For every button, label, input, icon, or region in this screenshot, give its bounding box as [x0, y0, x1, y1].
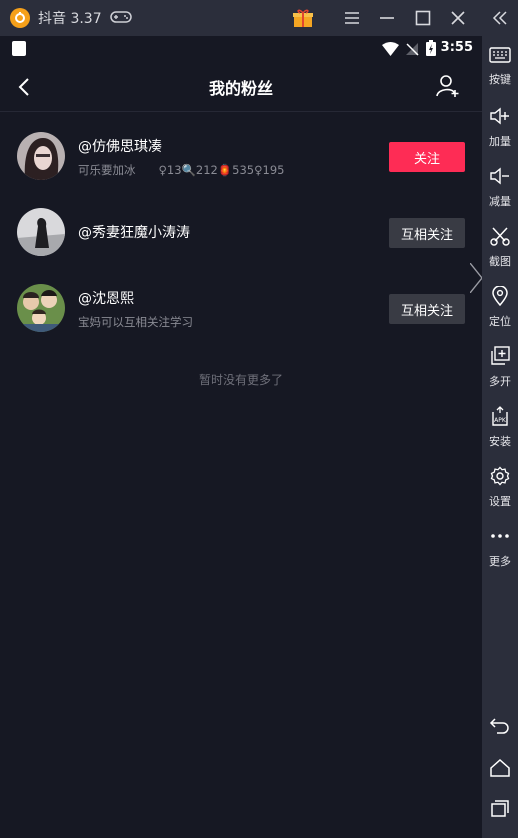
follower-bio: 可乐要加冰 ♀13🔍212🏮535♀195 [78, 163, 285, 177]
collapse-sidebar-button[interactable] [482, 2, 518, 29]
sidebar-label: 设置 [489, 495, 511, 508]
sidebar-label: 多开 [489, 375, 511, 388]
keyboard-icon [489, 46, 511, 68]
sidebar-label: 定位 [489, 315, 511, 328]
sidebar-label: 截图 [489, 255, 511, 268]
maximize-icon[interactable] [406, 0, 440, 36]
sidebar-item-more[interactable]: 更多 [482, 526, 518, 569]
avatar[interactable] [17, 284, 65, 332]
multi-open-icon [489, 346, 511, 370]
no-more-text: 暂时没有更多了 [198, 373, 283, 387]
double-chevron-left-icon[interactable] [492, 10, 508, 29]
gear-icon [489, 466, 511, 490]
mutual-follow-button[interactable]: 互相关注 [389, 218, 465, 248]
add-friend-icon[interactable] [436, 74, 460, 98]
sidebar-label: 安装 [489, 435, 511, 448]
volume-up-icon [489, 106, 511, 130]
more-icon [489, 526, 511, 550]
sidebar-item-volume-up[interactable]: 加量 [482, 106, 518, 149]
apk-install-icon: APK [489, 406, 511, 430]
mutual-follow-button[interactable]: 互相关注 [389, 294, 465, 324]
sidebar-item-screenshot[interactable]: 截图 [482, 226, 518, 269]
follower-name[interactable]: @秀妻狂魔小涛涛 [78, 222, 190, 242]
emulator-logo-icon [10, 8, 30, 28]
avatar[interactable] [17, 208, 65, 256]
list-item[interactable]: @仿佛思琪凑 可乐要加冰 ♀13🔍212🏮535♀195 关注 [0, 112, 482, 188]
sidebar-label: 更多 [489, 555, 511, 568]
close-icon[interactable] [441, 0, 475, 36]
android-home-button[interactable] [482, 758, 518, 782]
menu-icon[interactable] [335, 0, 369, 36]
page-title: 我的粉丝 [208, 79, 273, 98]
avatar[interactable] [17, 132, 65, 180]
sidebar-item-multi-open[interactable]: 多开 [482, 346, 518, 389]
emulator-title: 抖音 3.37 [38, 11, 102, 27]
android-recents-button[interactable] [482, 798, 518, 822]
notification-icon [12, 41, 26, 56]
follower-bio: 宝妈可以互相关注学习 [78, 315, 193, 329]
gift-icon[interactable] [286, 0, 320, 36]
back-icon [489, 716, 511, 740]
sidebar-label: 减量 [489, 195, 511, 208]
location-icon [489, 285, 511, 310]
follower-name[interactable]: @沈恩熙 [78, 288, 134, 308]
follow-button[interactable]: 关注 [389, 142, 465, 172]
sidebar-item-location[interactable]: 定位 [482, 285, 518, 329]
sidebar-label: 加量 [489, 135, 511, 148]
no-signal-icon [405, 41, 419, 60]
edge-handle-icon[interactable] [469, 262, 483, 294]
emulator-sidebar: 按键 加量 减量 截图 定位 多开 APK 安装 设置 更多 [482, 0, 518, 838]
page-header: 我的粉丝 [0, 62, 482, 112]
emulator-titlebar: 抖音 3.37 [0, 0, 518, 36]
home-icon [489, 758, 511, 782]
volume-down-icon [489, 166, 511, 190]
minimize-icon[interactable] [370, 0, 404, 36]
gamepad-icon[interactable] [109, 9, 132, 28]
wifi-icon [382, 41, 399, 60]
sidebar-label: 按键 [489, 73, 511, 86]
android-back-button[interactable] [482, 716, 518, 740]
battery-icon [426, 40, 436, 60]
recent-apps-icon [489, 798, 511, 822]
list-item[interactable]: @沈恩熙 宝妈可以互相关注学习 互相关注 [0, 264, 482, 340]
sidebar-item-settings[interactable]: 设置 [482, 466, 518, 509]
sidebar-item-keys[interactable]: 按键 [482, 46, 518, 87]
sidebar-item-install[interactable]: APK 安装 [482, 406, 518, 449]
list-item[interactable]: @秀妻狂魔小涛涛 互相关注 [0, 188, 482, 264]
android-status-bar: 3:55 [0, 36, 482, 62]
sidebar-item-volume-down[interactable]: 减量 [482, 166, 518, 209]
svg-text:APK: APK [494, 417, 507, 424]
follower-name[interactable]: @仿佛思琪凑 [78, 136, 162, 156]
status-time: 3:55 [440, 40, 473, 55]
scissors-icon [489, 226, 511, 250]
